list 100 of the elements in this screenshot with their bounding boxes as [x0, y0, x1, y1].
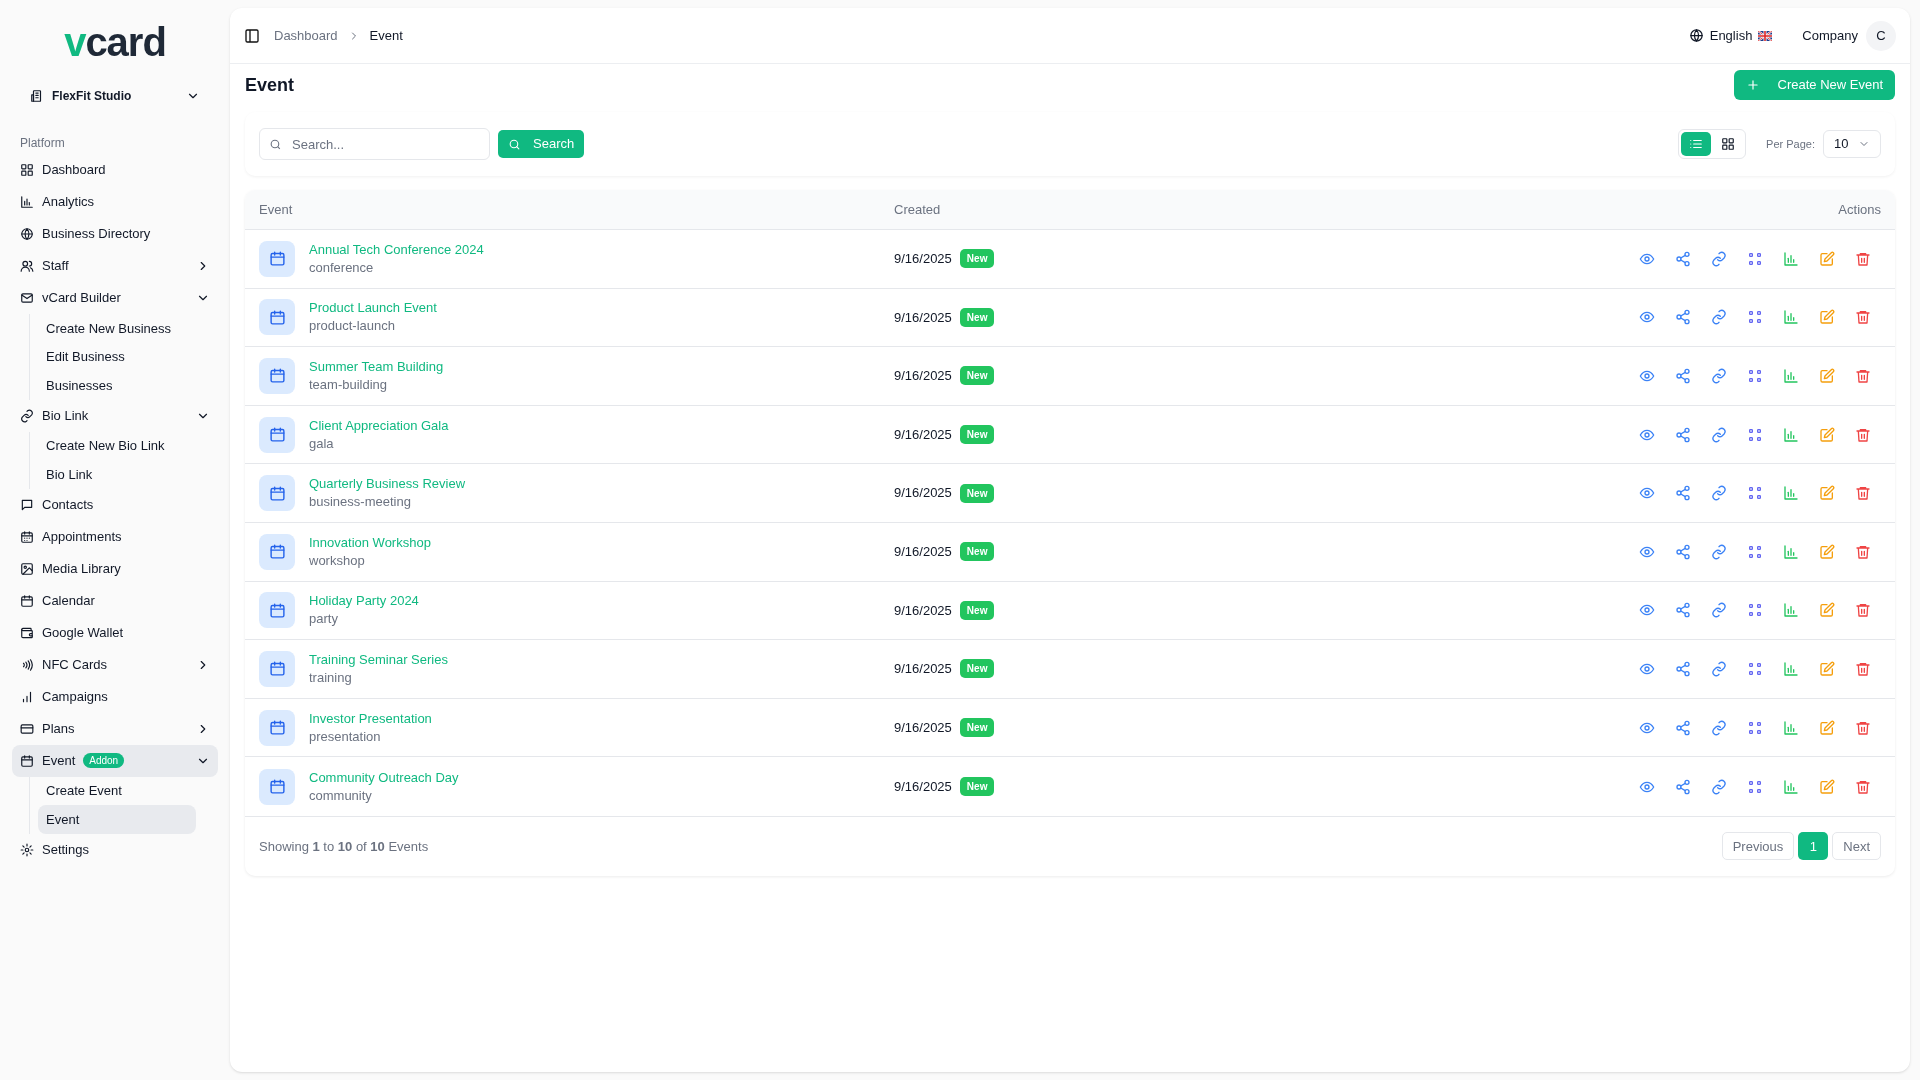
share-icon[interactable] — [1675, 778, 1691, 795]
delete-icon[interactable] — [1855, 309, 1871, 326]
sidebar-item[interactable]: Campaigns — [12, 680, 218, 713]
bar-chart-icon[interactable] — [1783, 309, 1799, 326]
bar-chart-icon[interactable] — [1783, 543, 1799, 560]
language-selector[interactable]: English — [1688, 25, 1773, 46]
sidebar-item[interactable]: vCard Builder — [12, 282, 218, 314]
grid-icon[interactable] — [1747, 602, 1763, 619]
bar-chart-icon[interactable] — [1783, 602, 1799, 619]
page-title: Event — [245, 73, 295, 97]
calendar-icon — [259, 592, 295, 629]
bar-chart-icon[interactable] — [1783, 368, 1799, 384]
sidebar-subitem[interactable]: Create Event — [38, 776, 196, 805]
sidebar-item[interactable]: Contacts — [12, 488, 218, 521]
breadcrumb-link[interactable]: Dashboard — [274, 25, 338, 46]
grid-icon[interactable] — [1747, 368, 1763, 384]
bar-chart-icon[interactable] — [1783, 250, 1799, 267]
bar-chart-icon[interactable] — [1783, 778, 1799, 795]
edit-icon[interactable] — [1819, 778, 1835, 795]
delete-icon[interactable] — [1855, 485, 1871, 502]
edit-icon[interactable] — [1819, 250, 1835, 267]
edit-icon[interactable] — [1819, 309, 1835, 326]
sidebar-item[interactable]: Analytics — [12, 186, 218, 218]
edit-icon[interactable] — [1819, 485, 1835, 502]
grid-icon[interactable] — [1747, 309, 1763, 326]
grid-icon[interactable] — [1747, 543, 1763, 560]
edit-icon[interactable] — [1819, 602, 1835, 619]
delete-icon[interactable] — [1855, 250, 1871, 267]
link-icon[interactable] — [1711, 485, 1727, 502]
search-field[interactable]: Search... — [259, 128, 490, 160]
share-icon[interactable] — [1675, 660, 1691, 677]
delete-icon[interactable] — [1855, 602, 1871, 619]
grid-icon[interactable] — [1747, 250, 1763, 267]
calendar-icon — [259, 475, 295, 512]
created-date: 9/16/2025 — [894, 250, 952, 269]
workspace-switcher[interactable]: FlexFit Studio — [30, 80, 200, 112]
sidebar-item[interactable]: Media Library — [12, 552, 218, 585]
grid-icon[interactable] — [1747, 426, 1763, 443]
per-page-select[interactable]: 10 — [1823, 130, 1881, 158]
link-icon[interactable] — [1711, 719, 1727, 736]
sidebar-item[interactable]: Settings — [12, 833, 218, 866]
sidebar-item[interactable]: Staff — [12, 250, 218, 282]
sidebar-item[interactable]: Google Wallet — [12, 616, 218, 649]
dashboard-icon — [20, 163, 34, 177]
link-icon[interactable] — [1711, 309, 1727, 326]
bar-chart-icon[interactable] — [1783, 426, 1799, 443]
bar-chart-icon[interactable] — [1783, 719, 1799, 736]
edit-icon[interactable] — [1819, 543, 1835, 560]
next-button[interactable]: Next — [1832, 832, 1881, 861]
calendar-icon — [259, 240, 295, 277]
delete-icon[interactable] — [1855, 660, 1871, 677]
sidebar-item[interactable]: Business Directory — [12, 218, 218, 250]
user-menu[interactable]: Company C — [1802, 20, 1896, 51]
bar-chart-icon[interactable] — [1783, 485, 1799, 502]
link-icon[interactable] — [1711, 778, 1727, 795]
edit-icon[interactable] — [1819, 368, 1835, 384]
link-icon[interactable] — [1711, 250, 1727, 267]
share-icon[interactable] — [1675, 250, 1691, 267]
grid-icon[interactable] — [1747, 485, 1763, 502]
sidebar-subitem[interactable]: Create New Bio Link — [38, 431, 196, 460]
grid-icon[interactable] — [1747, 719, 1763, 736]
share-icon[interactable] — [1675, 368, 1691, 384]
grid-icon[interactable] — [1747, 660, 1763, 677]
breadcrumb-current: Event — [369, 26, 403, 45]
delete-icon[interactable] — [1855, 543, 1871, 560]
link-icon[interactable] — [1711, 426, 1727, 443]
sidebar-item[interactable]: Appointments — [12, 520, 218, 553]
previous-button[interactable]: Previous — [1721, 832, 1795, 861]
share-icon[interactable] — [1675, 602, 1691, 619]
share-icon[interactable] — [1675, 309, 1691, 326]
link-icon[interactable] — [1711, 543, 1727, 560]
sidebar-item[interactable]: Calendar — [12, 584, 218, 617]
sidebar-subitem[interactable]: Businesses — [38, 371, 196, 400]
delete-icon[interactable] — [1855, 719, 1871, 736]
sidebar-item[interactable]: NFC Cards — [12, 648, 218, 681]
sidebar-toggle-icon[interactable] — [244, 27, 260, 44]
delete-icon[interactable] — [1855, 426, 1871, 443]
edit-icon[interactable] — [1819, 719, 1835, 736]
share-icon[interactable] — [1675, 719, 1691, 736]
edit-icon[interactable] — [1819, 426, 1835, 443]
sidebar-item[interactable]: Plans — [12, 712, 218, 745]
share-icon[interactable] — [1675, 485, 1691, 502]
sidebar-item[interactable]: Bio Link — [12, 399, 218, 432]
link-icon[interactable] — [1711, 602, 1727, 619]
sidebar-subitem[interactable]: Create New Business — [38, 314, 196, 343]
sidebar-subitem[interactable]: Edit Business — [38, 342, 196, 371]
delete-icon[interactable] — [1855, 368, 1871, 384]
grid-icon[interactable] — [1747, 778, 1763, 795]
bar-chart-icon[interactable] — [1783, 660, 1799, 677]
delete-icon[interactable] — [1855, 778, 1871, 795]
sidebar-item[interactable]: Dashboard — [12, 154, 218, 186]
share-icon[interactable] — [1675, 543, 1691, 560]
sidebar-subitem[interactable]: Bio Link — [38, 460, 196, 489]
sidebar-subitem[interactable]: Event — [38, 805, 196, 834]
view-icon[interactable] — [1639, 368, 1655, 384]
link-icon[interactable] — [1711, 660, 1727, 677]
sidebar-item[interactable]: Event Addon — [12, 744, 218, 777]
link-icon[interactable] — [1711, 368, 1727, 384]
edit-icon[interactable] — [1819, 660, 1835, 677]
share-icon[interactable] — [1675, 426, 1691, 443]
